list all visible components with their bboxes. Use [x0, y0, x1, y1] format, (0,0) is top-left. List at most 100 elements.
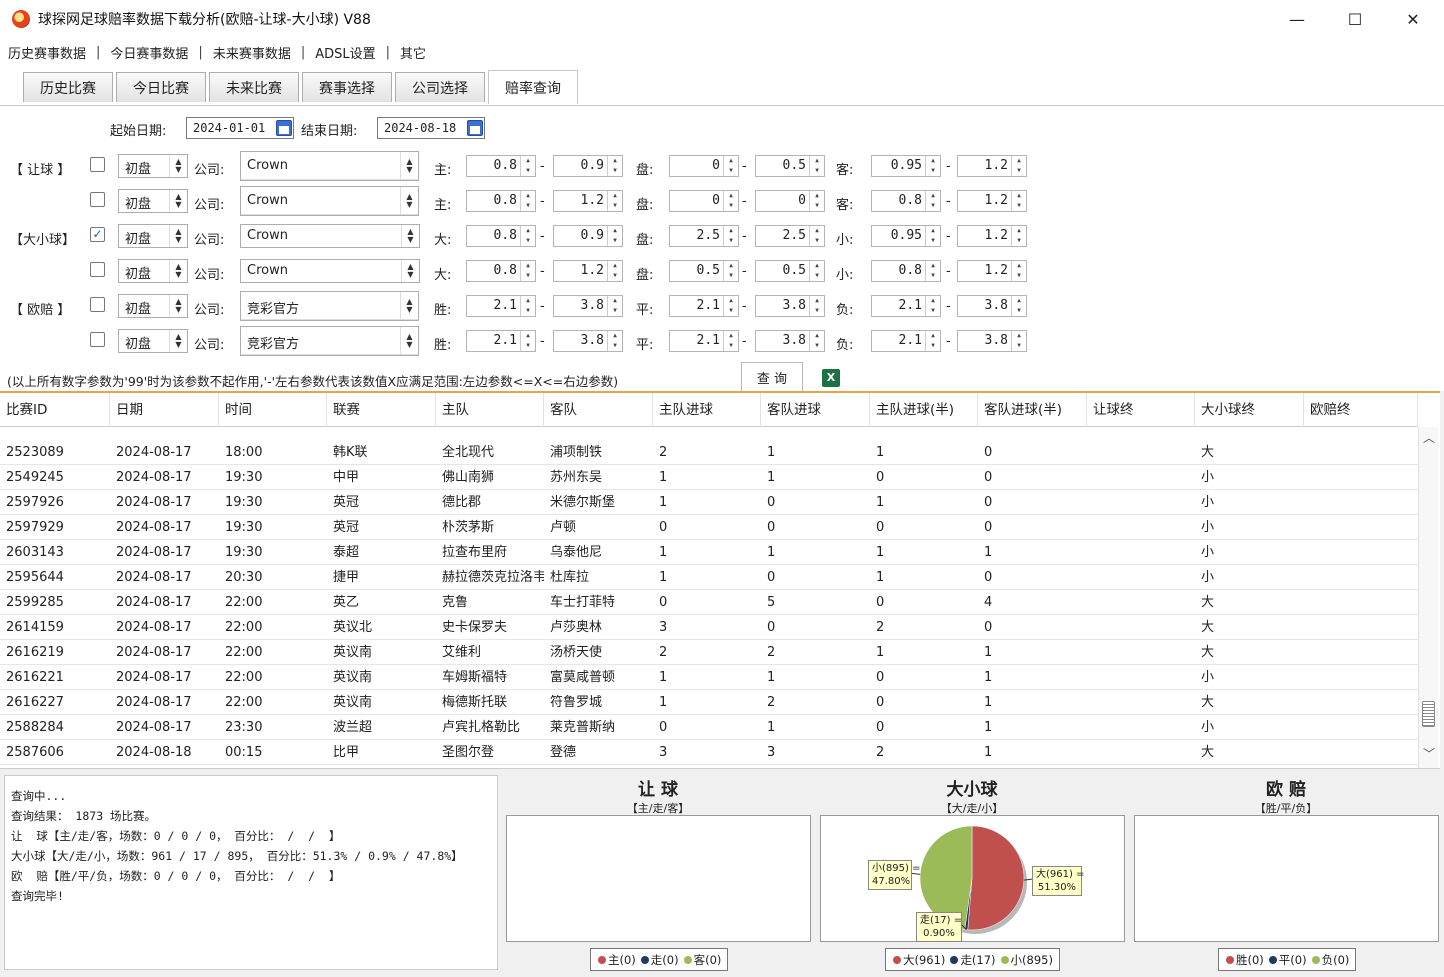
minimize-button[interactable]: —: [1268, 0, 1326, 38]
odds-range-input[interactable]: 0.9 ▲ ▼: [553, 225, 623, 247]
tab-league-select[interactable]: 赛事选择: [302, 72, 392, 102]
odds-type-select[interactable]: 初盘 ▲ ▼: [118, 294, 188, 318]
odds-range-input[interactable]: 0.95 ▲ ▼: [871, 225, 941, 247]
menu-other[interactable]: 其它: [400, 43, 426, 62]
odds-range-input[interactable]: 3.8 ▲ ▼: [553, 295, 623, 317]
spin-arrows-icon[interactable]: ▲ ▼: [809, 156, 824, 176]
excel-export-icon[interactable]: X: [822, 369, 840, 387]
table-row[interactable]: 2597926 2024-08-17 19:30 英冠 德比郡 米德尔斯堡 1 0 1 0 小: [0, 490, 1418, 515]
spin-arrows-icon[interactable]: ▲ ▼: [607, 296, 622, 316]
column-header[interactable]: 欧赔终: [1304, 393, 1418, 427]
odds-range-input[interactable]: 2.5 ▲ ▼: [755, 225, 825, 247]
odds-range-input[interactable]: 1.2 ▲ ▼: [957, 225, 1027, 247]
menu-today-data[interactable]: 今日赛事数据: [110, 43, 188, 62]
filter-checkbox[interactable]: [90, 192, 105, 207]
spin-arrows-icon[interactable]: ▲ ▼: [1011, 331, 1026, 351]
spin-arrows-icon[interactable]: ▲ ▼: [925, 191, 940, 211]
menu-future-data[interactable]: 未来赛事数据: [213, 43, 291, 62]
tab-future-matches[interactable]: 未来比赛: [209, 72, 299, 102]
spin-arrows-icon[interactable]: ▲ ▼: [809, 296, 824, 316]
odds-range-input[interactable]: 0 ▲ ▼: [669, 155, 739, 177]
odds-type-select[interactable]: 初盘 ▲ ▼: [118, 189, 188, 213]
menu-adsl-settings[interactable]: ADSL设置: [315, 43, 375, 62]
table-row[interactable]: 2595644 2024-08-17 20:30 捷甲 赫拉德茨克拉洛韦 杜库拉 1 0 1 0 小: [0, 565, 1418, 590]
filter-checkbox[interactable]: [90, 157, 105, 172]
menu-history-data[interactable]: 历史赛事数据: [8, 43, 86, 62]
filter-checkbox[interactable]: ✓: [90, 227, 105, 242]
spin-arrows-icon[interactable]: ▲ ▼: [809, 331, 824, 351]
odds-range-input[interactable]: 0.8 ▲ ▼: [871, 190, 941, 212]
spin-arrows-icon[interactable]: ▲ ▼: [607, 261, 622, 281]
table-row[interactable]: 2616219 2024-08-17 22:00 英议南 艾维利 汤桥天使 2 2 1 1 大: [0, 640, 1418, 665]
odds-range-input[interactable]: 0 ▲ ▼: [669, 190, 739, 212]
odds-range-input[interactable]: 1.2 ▲ ▼: [553, 190, 623, 212]
company-select[interactable]: Crown ▲ ▼: [240, 259, 420, 283]
column-header[interactable]: 比赛ID: [0, 393, 110, 427]
spin-arrows-icon[interactable]: ▲ ▼: [520, 296, 535, 316]
tab-history-matches[interactable]: 历史比赛: [23, 72, 113, 102]
table-row[interactable]: 2549245 2024-08-17 19:30 中甲 佛山南狮 苏州东吴 1 1 0 0 小: [0, 465, 1418, 490]
spin-arrows-icon[interactable]: ▲ ▼: [520, 331, 535, 351]
column-header[interactable]: 日期: [110, 393, 219, 427]
odds-range-input[interactable]: 0.8 ▲ ▼: [466, 190, 536, 212]
odds-range-input[interactable]: 0.95 ▲ ▼: [871, 155, 941, 177]
odds-range-input[interactable]: 0.5 ▲ ▼: [755, 155, 825, 177]
odds-range-input[interactable]: 2.1 ▲ ▼: [466, 330, 536, 352]
spin-arrows-icon[interactable]: ▲ ▼: [925, 296, 940, 316]
table-row[interactable]: 2614159 2024-08-17 22:00 英议北 史卡保罗夫 卢莎奥林 3 0 2 0 大: [0, 615, 1418, 640]
filter-checkbox[interactable]: [90, 262, 105, 277]
company-select[interactable]: Crown ▲ ▼: [240, 224, 420, 248]
column-header[interactable]: 时间: [219, 393, 327, 427]
start-date-picker[interactable]: 2024-01-01: [186, 117, 294, 139]
table-row[interactable]: 2616221 2024-08-17 22:00 英议南 车姆斯福特 富莫咸普顿 1 1 0 1 小: [0, 665, 1418, 690]
column-header[interactable]: 主队进球: [653, 393, 761, 427]
spin-arrows-icon[interactable]: ▲ ▼: [723, 156, 738, 176]
odds-range-input[interactable]: 0.8 ▲ ▼: [466, 260, 536, 282]
tab-today-matches[interactable]: 今日比赛: [116, 72, 206, 102]
column-header[interactable]: 客队进球: [761, 393, 870, 427]
odds-range-input[interactable]: 3.8 ▲ ▼: [553, 330, 623, 352]
odds-range-input[interactable]: 2.1 ▲ ▼: [871, 295, 941, 317]
calendar-icon[interactable]: [467, 120, 483, 136]
end-date-picker[interactable]: 2024-08-18: [377, 117, 485, 139]
odds-range-input[interactable]: 2.1 ▲ ▼: [466, 295, 536, 317]
maximize-button[interactable]: ☐: [1326, 0, 1384, 38]
spin-arrows-icon[interactable]: ▲ ▼: [520, 261, 535, 281]
table-row[interactable]: 2616227 2024-08-17 22:00 英议南 梅德斯托联 符鲁罗城 1 2 0 1 大: [0, 690, 1418, 715]
spin-arrows-icon[interactable]: ▲ ▼: [520, 191, 535, 211]
table-row[interactable]: 2523089 2024-08-17 18:00 韩K联 全北现代 浦项制铁 2 1 1 0 大: [0, 440, 1418, 465]
company-select[interactable]: Crown ▲ ▼: [240, 186, 419, 216]
column-header[interactable]: 主队进球(半): [870, 393, 978, 427]
spin-arrows-icon[interactable]: ▲ ▼: [925, 156, 940, 176]
spin-arrows-icon[interactable]: ▲ ▼: [607, 191, 622, 211]
spin-arrows-icon[interactable]: ▲ ▼: [1011, 296, 1026, 316]
column-header[interactable]: 客队: [544, 393, 653, 427]
odds-type-select[interactable]: 初盘 ▲ ▼: [118, 259, 188, 283]
spin-arrows-icon[interactable]: ▲ ▼: [723, 296, 738, 316]
company-select[interactable]: 竞彩官方 ▲ ▼: [240, 326, 419, 356]
odds-range-input[interactable]: 1.2 ▲ ▼: [957, 190, 1027, 212]
odds-range-input[interactable]: 0.5 ▲ ▼: [755, 260, 825, 282]
odds-range-input[interactable]: 0.8 ▲ ▼: [466, 225, 536, 247]
odds-range-input[interactable]: 1.2 ▲ ▼: [957, 155, 1027, 177]
tab-company-select[interactable]: 公司选择: [395, 72, 485, 102]
odds-range-input[interactable]: 2.1 ▲ ▼: [871, 330, 941, 352]
scroll-thumb[interactable]: [1422, 701, 1435, 727]
column-header[interactable]: 联赛: [327, 393, 436, 427]
odds-type-select[interactable]: 初盘 ▲ ▼: [118, 329, 188, 353]
odds-range-input[interactable]: 0.5 ▲ ▼: [669, 260, 739, 282]
tab-odds-query[interactable]: 赔率查询: [488, 70, 578, 104]
odds-range-input[interactable]: 0.9 ▲ ▼: [553, 155, 623, 177]
spin-arrows-icon[interactable]: ▲ ▼: [1011, 261, 1026, 281]
table-row[interactable]: 2588284 2024-08-17 23:30 波兰超 卢宾扎格勒比 莱克普斯纳 0 1 0 1…: [0, 715, 1418, 740]
table-row[interactable]: 2597929 2024-08-17 19:30 英冠 朴茨茅斯 卢顿 0 0 0 0 小: [0, 515, 1418, 540]
filter-checkbox[interactable]: [90, 332, 105, 347]
column-header[interactable]: 大小球终: [1195, 393, 1304, 427]
odds-range-input[interactable]: 2.5 ▲ ▼: [669, 225, 739, 247]
table-row[interactable]: 2587606 2024-08-18 00:15 比甲 圣图尔登 登德 3 3 2 1 大: [0, 740, 1418, 765]
spin-arrows-icon[interactable]: ▲ ▼: [520, 156, 535, 176]
table-row[interactable]: 2599285 2024-08-17 22:00 英乙 克鲁 车士打菲特 0 5 0 4 大: [0, 590, 1418, 615]
spin-arrows-icon[interactable]: ▲ ▼: [809, 226, 824, 246]
spin-arrows-icon[interactable]: ▲ ▼: [925, 331, 940, 351]
spin-arrows-icon[interactable]: ▲ ▼: [607, 331, 622, 351]
